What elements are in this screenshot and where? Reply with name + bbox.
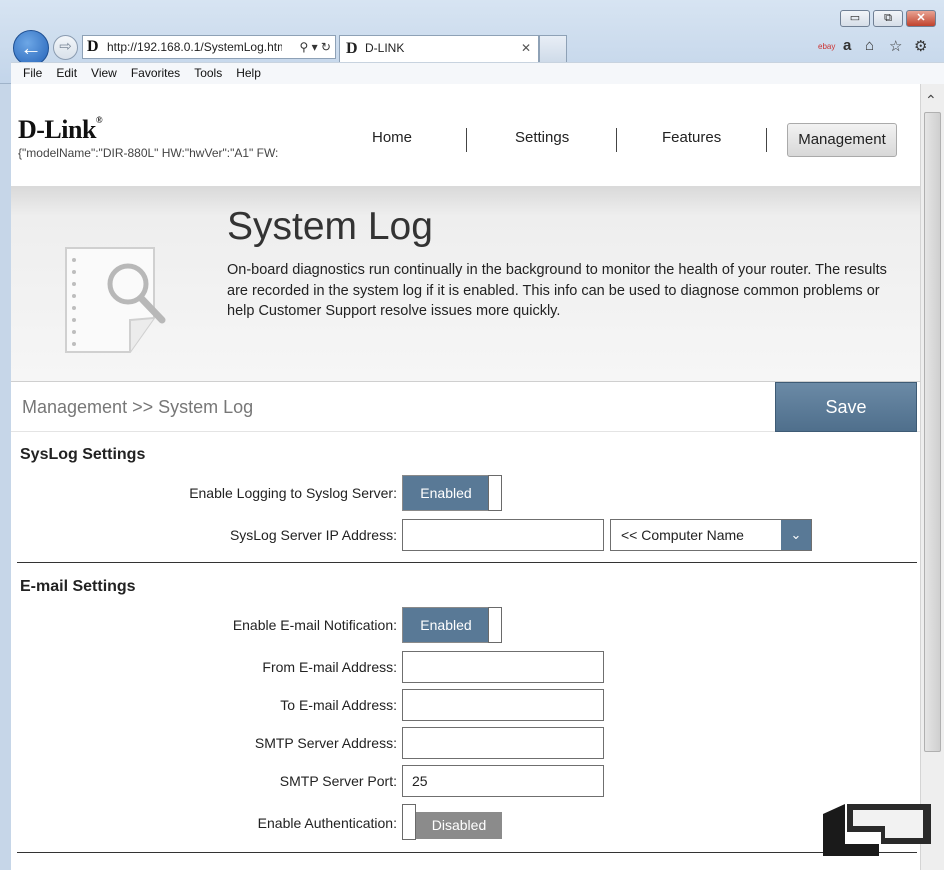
page-title: System Log <box>227 205 433 248</box>
computer-name-select[interactable]: << Computer Name ⌄ <box>610 519 812 551</box>
auth-toggle[interactable]: Disabled <box>402 804 502 840</box>
menu-bar: File Edit View Favorites Tools Help <box>11 62 944 84</box>
tab-close-icon[interactable]: ✕ <box>521 36 531 61</box>
email-toggle[interactable]: Enabled <box>402 607 502 643</box>
menu-edit[interactable]: Edit <box>49 63 84 84</box>
star-icon[interactable]: ☆ <box>889 37 902 55</box>
scrollbar-thumb[interactable] <box>924 112 941 752</box>
breadcrumb: Management >> System Log <box>22 397 254 417</box>
restore-button[interactable]: ⧉ <box>873 10 903 27</box>
save-button[interactable]: Save <box>775 382 917 432</box>
scroll-up-icon[interactable]: ⌃ <box>925 92 937 109</box>
select-value: << Computer Name <box>621 527 744 543</box>
section-divider <box>17 852 917 853</box>
url-text[interactable]: http://192.168.0.1/SystemLog.html <box>107 36 282 58</box>
menu-help[interactable]: Help <box>229 63 268 84</box>
close-button[interactable]: ✕ <box>906 10 936 27</box>
menu-tools[interactable]: Tools <box>187 63 229 84</box>
syslog-toggle[interactable]: Enabled <box>402 475 502 511</box>
smtp-server-input[interactable] <box>402 727 604 759</box>
dlink-favicon-icon: D <box>87 38 99 55</box>
syslog-ip-input[interactable] <box>402 519 604 551</box>
home-icon[interactable]: ⌂ <box>865 37 874 54</box>
toggle-knob[interactable] <box>488 607 502 643</box>
nav-divider <box>466 128 467 152</box>
nav-settings[interactable]: Settings <box>515 129 569 146</box>
email-section-title: E-mail Settings <box>20 578 136 595</box>
smtp-port-input[interactable] <box>402 765 604 797</box>
enable-auth-label: Enable Authentication: <box>257 815 397 831</box>
enable-syslog-label: Enable Logging to Syslog Server: <box>189 485 397 501</box>
browser-tab[interactable]: D D-LINK ✕ <box>339 35 539 62</box>
gear-icon[interactable]: ⚙ <box>914 37 927 55</box>
smtp-server-label: SMTP Server Address: <box>254 735 397 751</box>
dlink-favicon-icon: D <box>346 40 358 57</box>
from-email-label: From E-mail Address: <box>262 659 397 675</box>
nav-features[interactable]: Features <box>662 129 721 146</box>
nav-divider <box>766 128 767 152</box>
toggle-state: Enabled <box>403 608 489 642</box>
section-divider <box>17 562 917 563</box>
nav-divider <box>616 128 617 152</box>
page-description: On-board diagnostics run continually in … <box>227 262 887 319</box>
watermark-logo <box>823 804 931 856</box>
syslog-ip-label: SysLog Server IP Address: <box>229 527 397 543</box>
toggle-state: Disabled <box>416 812 502 839</box>
to-email-input[interactable] <box>402 689 604 721</box>
menu-favorites[interactable]: Favorites <box>124 63 187 84</box>
toggle-knob[interactable] <box>488 475 502 511</box>
address-bar[interactable]: D http://192.168.0.1/SystemLog.html ⚲ ▾ … <box>82 35 336 59</box>
menu-file[interactable]: File <box>11 63 49 84</box>
dlink-logo: D-Link® <box>18 115 103 144</box>
nav-management[interactable]: Management <box>787 123 897 157</box>
chevron-down-icon[interactable]: ⌄ <box>781 520 811 550</box>
vertical-scrollbar[interactable]: ⌃ <box>920 84 944 870</box>
minimize-button[interactable]: ▭ <box>840 10 870 27</box>
syslog-section-title: SysLog Settings <box>20 446 146 463</box>
amazon-icon[interactable]: a <box>843 37 851 54</box>
forward-arrow-icon[interactable]: ⇨ <box>53 35 78 60</box>
toggle-knob[interactable] <box>402 804 416 840</box>
new-tab-button[interactable] <box>539 35 567 62</box>
back-arrow-icon[interactable]: ← <box>13 30 49 66</box>
address-tools-icon[interactable]: ⚲ ▾ ↻ <box>299 36 331 58</box>
enable-email-label: Enable E-mail Notification: <box>232 617 397 633</box>
toggle-state: Enabled <box>403 476 489 510</box>
smtp-port-label: SMTP Server Port: <box>279 773 397 789</box>
nav-home[interactable]: Home <box>372 129 412 146</box>
ebay-icon[interactable]: ebay <box>818 42 835 51</box>
model-info: {"modelName":"DIR-880L" HW:"hwVer":"A1" … <box>18 146 279 160</box>
window-frame-left <box>0 84 11 870</box>
document-search-icon <box>65 247 166 353</box>
to-email-label: To E-mail Address: <box>280 697 397 713</box>
tab-title: D-LINK <box>365 41 405 55</box>
from-email-input[interactable] <box>402 651 604 683</box>
menu-view[interactable]: View <box>84 63 124 84</box>
